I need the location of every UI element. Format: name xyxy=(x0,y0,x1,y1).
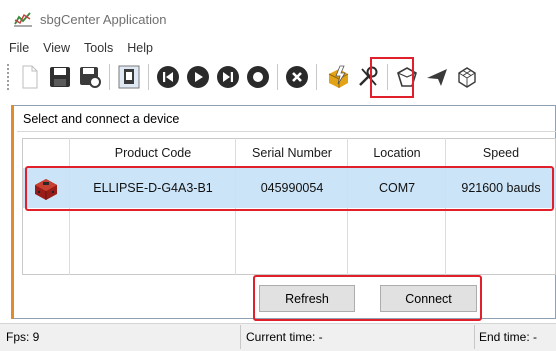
column-header-product-code[interactable]: Product Code xyxy=(70,138,236,168)
next-icon[interactable] xyxy=(214,64,241,91)
row-highlight-box xyxy=(25,166,554,211)
window-title: sbgCenter Application xyxy=(40,11,167,27)
toolbar-separator xyxy=(148,64,149,90)
panel-divider xyxy=(17,131,556,132)
app-logo-icon xyxy=(14,12,32,27)
end-time-readout: End time: - xyxy=(479,330,538,344)
menu-bar: File View Tools Help xyxy=(0,38,556,58)
menu-tools[interactable]: Tools xyxy=(84,41,113,55)
toolbar-separator xyxy=(277,64,278,90)
menu-file[interactable]: File xyxy=(9,41,29,55)
title-bar: sbgCenter Application xyxy=(0,0,556,38)
import-icon[interactable] xyxy=(115,64,142,91)
toolbar-separator xyxy=(316,64,317,90)
toolbar-separator xyxy=(109,64,110,90)
save-config-icon[interactable] xyxy=(76,64,103,91)
column-header-serial-number[interactable]: Serial Number xyxy=(236,138,348,168)
play-icon[interactable] xyxy=(184,64,211,91)
panel-accent-stripe xyxy=(11,105,14,319)
prev-icon[interactable] xyxy=(154,64,181,91)
save-icon[interactable] xyxy=(46,64,73,91)
stop-icon[interactable] xyxy=(283,64,310,91)
toolbar-highlight-box xyxy=(370,57,414,98)
airplane-icon[interactable] xyxy=(423,64,450,91)
record-icon[interactable] xyxy=(244,64,271,91)
menu-view[interactable]: View xyxy=(43,41,70,55)
toolbar xyxy=(0,58,556,96)
toolbar-grip[interactable] xyxy=(6,63,10,91)
buttons-highlight-box xyxy=(253,275,482,321)
fps-readout: Fps: 9 xyxy=(6,330,40,344)
current-time-readout: Current time: - xyxy=(246,330,323,344)
new-file-icon[interactable] xyxy=(16,64,43,91)
menu-help[interactable]: Help xyxy=(127,41,153,55)
panel-title: Select and connect a device xyxy=(23,112,180,126)
status-divider xyxy=(240,325,241,349)
connect-device-icon[interactable] xyxy=(324,64,351,91)
status-divider xyxy=(474,325,475,349)
column-header-speed[interactable]: Speed xyxy=(446,138,556,168)
cube-icon[interactable] xyxy=(453,64,480,91)
column-header-location[interactable]: Location xyxy=(348,138,446,168)
